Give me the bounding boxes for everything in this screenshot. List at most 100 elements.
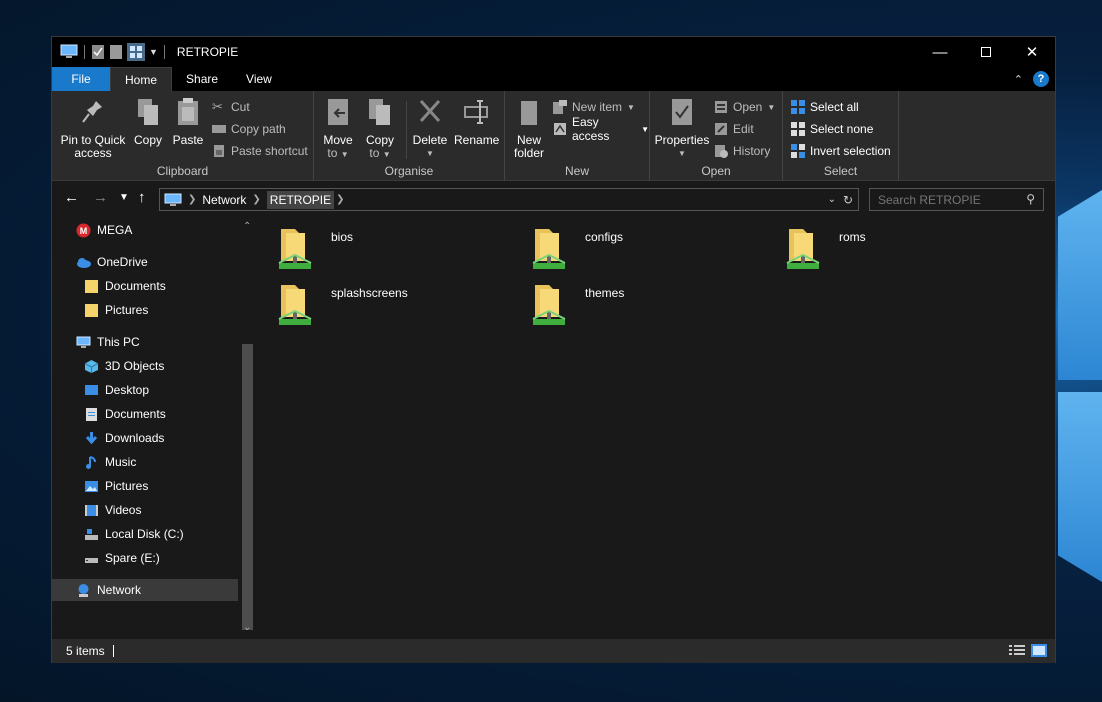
edit-icon bbox=[715, 123, 727, 135]
chevron-right-icon[interactable]: ❯ bbox=[336, 194, 344, 205]
delete-button[interactable]: Delete ▼ bbox=[412, 97, 448, 160]
cut-button[interactable]: ✂ Cut bbox=[212, 97, 250, 117]
invert-selection-button[interactable]: Invert selection bbox=[791, 141, 891, 161]
help-icon[interactable]: ? bbox=[1033, 71, 1049, 87]
nav-item-onedrive-pictures[interactable]: Pictures bbox=[84, 299, 148, 321]
recent-locations-icon[interactable]: ▼ bbox=[119, 192, 129, 203]
delete-icon bbox=[419, 99, 441, 123]
details-view-icon[interactable] bbox=[1009, 644, 1025, 657]
ribbon-tabs: File Home Share View ⌃ ? bbox=[52, 67, 1055, 91]
pin-to-quick-access-button[interactable]: Pin to Quick access bbox=[58, 97, 128, 160]
nav-item-videos[interactable]: Videos bbox=[84, 499, 141, 521]
onedrive-icon bbox=[77, 257, 91, 268]
nav-item-documents[interactable]: Documents bbox=[84, 403, 166, 425]
close-button[interactable]: ✕ bbox=[1009, 37, 1055, 67]
breadcrumb-network[interactable]: Network bbox=[202, 193, 246, 207]
view-icon[interactable] bbox=[127, 43, 145, 61]
edit-button[interactable]: Edit bbox=[714, 119, 754, 139]
tab-home[interactable]: Home bbox=[110, 67, 173, 91]
drive-icon bbox=[85, 557, 98, 563]
select-none-button[interactable]: Select none bbox=[791, 119, 873, 139]
open-button[interactable]: Open ▼ bbox=[714, 97, 775, 117]
new-folder-icon[interactable] bbox=[109, 44, 123, 60]
address-bar[interactable]: ❯ Network ❯ RETROPIE ❯ ⌄ ↻ bbox=[159, 188, 859, 211]
easy-access-button[interactable]: Easy access ▼ bbox=[553, 115, 649, 143]
scroll-up-icon[interactable]: ⌃ bbox=[243, 221, 251, 232]
properties-icon[interactable] bbox=[91, 44, 105, 60]
nav-item-music[interactable]: Music bbox=[84, 451, 136, 473]
breadcrumb-retropie[interactable]: RETROPIE bbox=[266, 190, 335, 209]
paste-shortcut-button[interactable]: Paste shortcut bbox=[212, 141, 308, 161]
nav-item-this-pc[interactable]: This PC bbox=[76, 331, 140, 353]
search-input[interactable] bbox=[870, 189, 1010, 210]
forward-arrow-icon[interactable]: → bbox=[93, 189, 108, 206]
separator bbox=[406, 101, 407, 159]
tab-file[interactable]: File bbox=[52, 67, 110, 91]
folder-item-configs[interactable]: configs bbox=[529, 225, 623, 273]
nav-item-desktop[interactable]: Desktop bbox=[84, 379, 149, 401]
nav-item-network[interactable]: Network bbox=[52, 579, 238, 601]
easy-access-icon bbox=[554, 123, 566, 135]
nav-item-3d-objects[interactable]: 3D Objects bbox=[84, 355, 164, 377]
minimize-button[interactable]: — bbox=[917, 37, 963, 67]
maximize-button[interactable] bbox=[963, 37, 1009, 67]
nav-item-spare-e[interactable]: Spare (E:) bbox=[84, 547, 160, 569]
desktop-wallpaper-pane bbox=[1058, 190, 1102, 380]
nav-scrollbar[interactable]: ⌃ ⌄ bbox=[239, 217, 256, 639]
nav-item-mega[interactable]: M MEGA bbox=[76, 219, 132, 241]
scrollbar-thumb[interactable] bbox=[242, 344, 253, 630]
collapse-ribbon-icon[interactable]: ⌃ bbox=[1014, 73, 1023, 86]
nav-item-downloads[interactable]: Downloads bbox=[84, 427, 164, 449]
drive-icon bbox=[85, 528, 98, 540]
item-count: 5 items bbox=[66, 644, 105, 658]
copy-path-button[interactable]: Copy path bbox=[212, 119, 286, 139]
new-item-button[interactable]: New item ▼ bbox=[553, 97, 635, 117]
network-icon bbox=[78, 583, 89, 597]
paste-button[interactable]: Paste bbox=[170, 97, 206, 147]
chevron-right-icon[interactable]: ❯ bbox=[188, 194, 196, 205]
refresh-icon[interactable]: ↻ bbox=[843, 193, 853, 207]
separator bbox=[84, 45, 85, 59]
up-arrow-icon[interactable]: ↑ bbox=[138, 189, 146, 206]
tab-view[interactable]: View bbox=[232, 67, 286, 91]
move-to-button[interactable]: Move to ▼ bbox=[320, 97, 356, 161]
document-icon bbox=[86, 407, 97, 421]
computer-icon bbox=[76, 336, 91, 348]
network-folder-icon bbox=[532, 229, 566, 269]
copy-to-button[interactable]: Copy to ▼ bbox=[362, 97, 398, 161]
customize-toolbar-icon[interactable]: ▼ bbox=[149, 47, 158, 57]
file-explorer-window: ▼ RETROPIE — ✕ File Home Share View ⌃ ? … bbox=[51, 36, 1056, 663]
music-icon bbox=[86, 455, 96, 469]
select-group-label: Select bbox=[823, 164, 858, 178]
back-arrow-icon[interactable]: ← bbox=[64, 189, 79, 206]
download-icon bbox=[85, 431, 98, 444]
svg-text:M: M bbox=[80, 226, 88, 236]
nav-item-onedrive-documents[interactable]: Documents bbox=[84, 275, 166, 297]
nav-item-pictures[interactable]: Pictures bbox=[84, 475, 148, 497]
folder-item-themes[interactable]: themes bbox=[529, 281, 624, 329]
folder-item-splashscreens[interactable]: splashscreens bbox=[275, 281, 408, 329]
copy-path-icon bbox=[212, 125, 226, 133]
address-dropdown-icon[interactable]: ⌄ bbox=[828, 194, 836, 205]
rename-button[interactable]: Rename bbox=[454, 97, 499, 147]
status-divider bbox=[112, 645, 114, 657]
invert-selection-icon bbox=[791, 144, 805, 158]
search-icon[interactable]: ⚲ bbox=[1026, 192, 1035, 206]
properties-button[interactable]: Properties ▼ bbox=[654, 97, 710, 160]
new-folder-button[interactable]: New folder bbox=[511, 97, 547, 160]
nav-item-local-disk-c[interactable]: Local Disk (C:) bbox=[84, 523, 184, 545]
large-icons-view-icon[interactable] bbox=[1031, 644, 1047, 657]
video-icon bbox=[85, 504, 98, 516]
tab-share[interactable]: Share bbox=[172, 67, 232, 91]
chevron-right-icon[interactable]: ❯ bbox=[252, 194, 260, 205]
copy-button[interactable]: Copy bbox=[130, 97, 166, 147]
select-all-button[interactable]: Select all bbox=[791, 97, 859, 117]
history-button[interactable]: History bbox=[714, 141, 770, 161]
folder-item-bios[interactable]: bios bbox=[275, 225, 353, 273]
cube-icon bbox=[84, 359, 99, 373]
clipboard-group-label: Clipboard bbox=[156, 164, 209, 178]
nav-item-onedrive[interactable]: OneDrive bbox=[76, 251, 148, 273]
folder-item-roms[interactable]: roms bbox=[783, 225, 866, 273]
scroll-down-icon[interactable]: ⌄ bbox=[243, 622, 251, 633]
pin-icon bbox=[82, 101, 102, 123]
